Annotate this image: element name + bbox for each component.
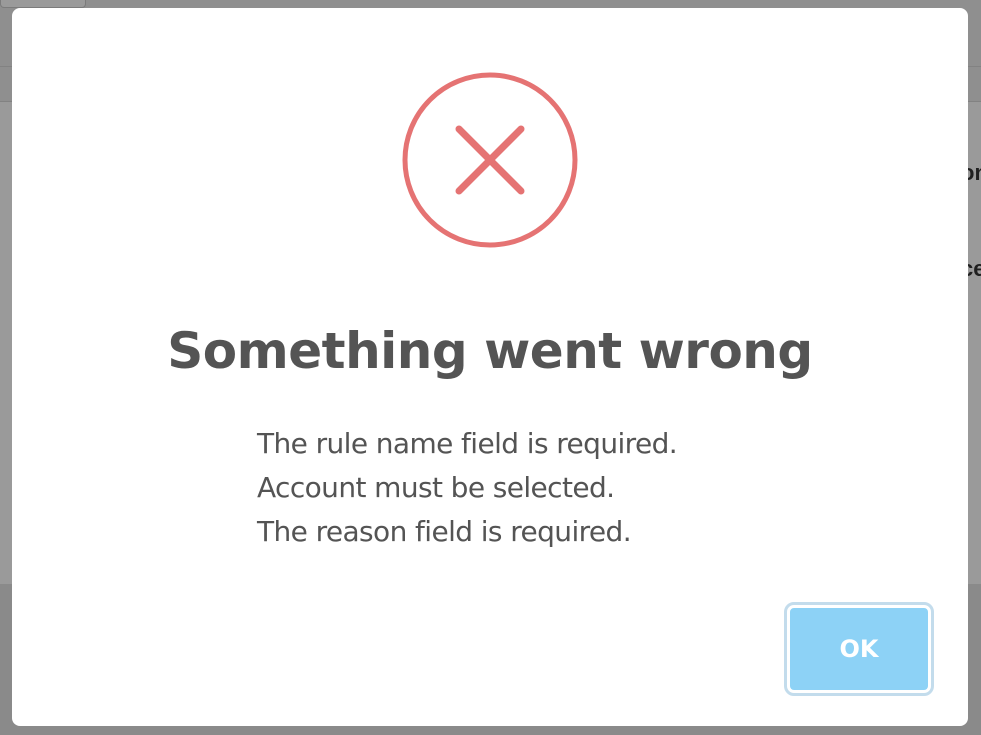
error-message-list: The rule name field is required. Account… bbox=[257, 422, 857, 554]
ok-button[interactable]: OK bbox=[784, 602, 934, 696]
error-dialog: Something went wrong The rule name field… bbox=[12, 8, 968, 726]
error-message: Account must be selected. bbox=[257, 471, 615, 504]
background-tab bbox=[0, 0, 86, 8]
error-x-circle-icon bbox=[402, 72, 578, 248]
dialog-title: Something went wrong bbox=[167, 322, 813, 380]
error-message: The rule name field is required. bbox=[257, 427, 678, 460]
error-message: The reason field is required. bbox=[257, 515, 632, 548]
